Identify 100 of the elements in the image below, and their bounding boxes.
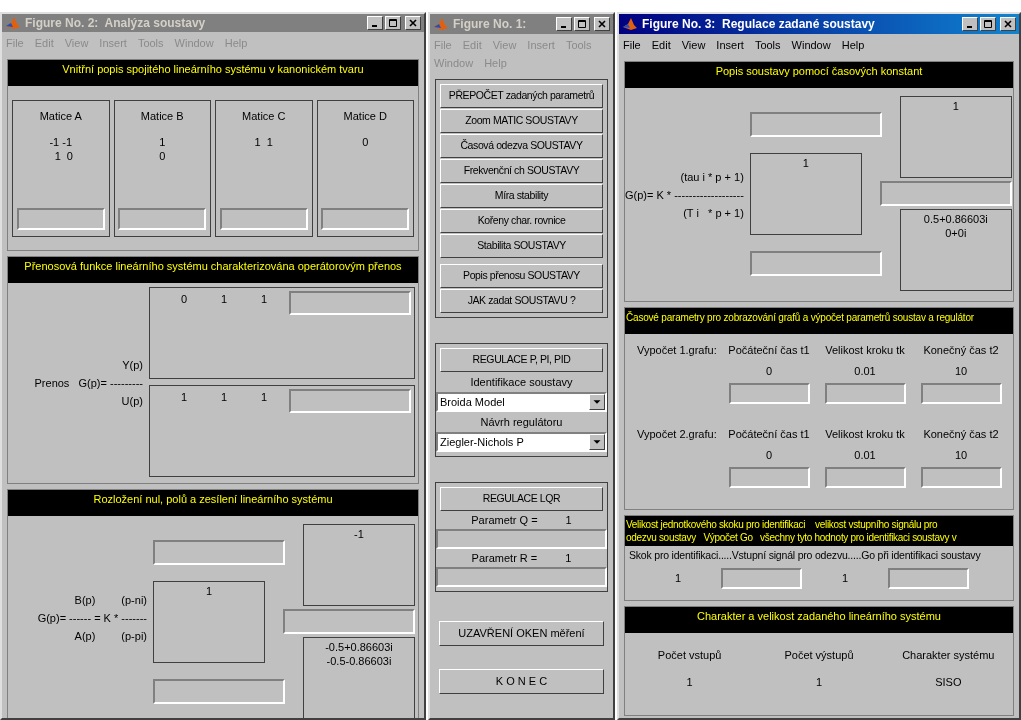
value-text: 0	[159, 148, 166, 163]
input-field[interactable]	[824, 467, 906, 488]
action-button[interactable]: Míra stability	[440, 184, 603, 208]
minimize-button[interactable]	[556, 17, 572, 31]
value-text: 0	[764, 447, 774, 463]
maximize-button[interactable]	[385, 16, 401, 30]
value-text: SISO	[934, 674, 963, 690]
value-text: 1	[951, 99, 960, 113]
input-field[interactable]	[920, 467, 1002, 488]
action-button[interactable]: REGULACE LQR	[440, 487, 603, 511]
dropdown[interactable]: Broida Model	[436, 392, 607, 412]
parameter-value: 1	[565, 513, 572, 528]
parameter-label: Parametr Q =	[471, 513, 538, 528]
formula-text: A(p)	[74, 629, 96, 644]
input-field[interactable]	[153, 679, 285, 704]
input-field[interactable]	[436, 567, 607, 587]
action-button[interactable]: Frekvenční ch SOUSTAVY	[440, 159, 603, 183]
action-button[interactable]: UZAVŘENÍ OKEN měření	[439, 621, 604, 646]
coefficient-text: 1	[219, 292, 229, 307]
input-field[interactable]	[436, 529, 607, 549]
value-text: -1 -1	[49, 134, 73, 149]
input-field[interactable]	[728, 467, 810, 488]
menu-item[interactable]: Help	[841, 36, 865, 54]
menu-item[interactable]: Tools	[754, 36, 781, 54]
section-header: Popis soustavy pomocí časových konstant	[625, 62, 1013, 88]
input-field[interactable]	[16, 208, 105, 230]
menu-item[interactable]: Window	[791, 36, 831, 54]
value-text: 1 1	[254, 134, 273, 149]
matrix-label: Matice A	[39, 109, 82, 124]
label-text: Identifikace soustavy	[469, 375, 574, 390]
matrix-label: Matice C	[242, 109, 286, 124]
action-button[interactable]: K O N E C	[439, 669, 604, 694]
window-title: Figure No. 3: Regulace zadané soustavy	[642, 16, 876, 33]
window-title: Figure No. 1:	[453, 16, 528, 33]
input-field[interactable]	[920, 383, 1002, 404]
input-field[interactable]	[283, 609, 415, 634]
action-button[interactable]: JAK zadat SOUSTAVU ?	[440, 289, 603, 313]
input-field[interactable]	[219, 208, 308, 230]
formula-text: Prenos G(p)= ---------	[34, 376, 143, 391]
value-text: 0.01	[853, 447, 877, 463]
action-button[interactable]: Stabilita SOUSTAVY	[440, 234, 603, 258]
caption-text: Skok pro identifikaci.....Vstupní signál pro odezvu.....Go při identifikaci soustavy	[629, 549, 981, 561]
caret-icon	[589, 394, 605, 410]
formula-text: G(p)= ------ = K * -------	[37, 611, 147, 626]
close-button[interactable]	[405, 16, 421, 30]
maximize-button[interactable]	[574, 17, 590, 31]
input-field[interactable]	[118, 208, 207, 230]
action-button[interactable]: REGULACE P, PI, PID	[440, 348, 603, 372]
value-text: 1	[685, 674, 694, 690]
input-field[interactable]	[749, 251, 882, 276]
input-field[interactable]	[289, 291, 411, 315]
menu-item[interactable]: Edit	[651, 36, 671, 54]
minimize-button[interactable]	[962, 17, 978, 31]
input-field[interactable]	[720, 567, 802, 589]
dropdown[interactable]: Ziegler-Nichols P	[436, 432, 607, 452]
input-field[interactable]	[749, 112, 882, 137]
value-text: -1	[353, 527, 365, 541]
input-field[interactable]	[824, 383, 906, 404]
section-header: Velikost jednotkového skoku pro identifikaci velikost vstupního signálu pro odezvu soustavy Výpočet Go všechny tyto hodnoty pro identifikaci soustavy v	[625, 516, 1013, 546]
coefficient-text: 1	[259, 390, 269, 405]
action-button[interactable]: PŘEPOČET zadaných parametrů	[440, 84, 603, 108]
formula-text: U(p)	[121, 394, 143, 409]
input-field[interactable]	[289, 389, 411, 413]
column-header: Velikost kroku tk	[824, 427, 906, 442]
formula-text: B(p)	[74, 593, 96, 608]
input-field[interactable]	[321, 208, 410, 230]
column-header: Počáteční čas t1	[727, 343, 811, 358]
value-text: 1	[675, 571, 681, 586]
maximize-button[interactable]	[980, 17, 996, 31]
maximize-icon	[578, 20, 586, 28]
menu-item[interactable]: View	[681, 36, 706, 54]
action-button[interactable]: Zoom MATIC SOUSTAVY	[440, 109, 603, 133]
matrix-label: Matice B	[140, 109, 184, 124]
close-button[interactable]	[1000, 17, 1016, 31]
minimize-button[interactable]	[367, 16, 383, 30]
action-button[interactable]: Kořeny char. rovnice	[440, 209, 603, 233]
value-text: -0.5+0.86603i	[324, 640, 394, 654]
logo-icon	[433, 16, 449, 32]
value-text: 1	[841, 571, 848, 586]
input-field[interactable]	[887, 567, 969, 589]
action-button[interactable]: Popis přenosu SOUSTAVY	[440, 264, 603, 288]
formula-text: (p-ni)	[121, 593, 147, 608]
coefficient-text: 0	[179, 292, 189, 307]
logo-icon	[5, 15, 21, 31]
input-field[interactable]	[153, 540, 285, 565]
menu-item[interactable]: File	[623, 36, 641, 54]
close-button[interactable]	[594, 17, 610, 31]
input-field[interactable]	[879, 181, 1012, 206]
value-text: 1	[814, 674, 824, 690]
formula-text: (T i * p + 1)	[683, 205, 744, 221]
menu-item[interactable]: Insert	[716, 36, 744, 54]
matrix-label: Matice D	[343, 109, 387, 124]
close-icon	[1004, 20, 1012, 28]
action-button[interactable]: Časová odezva SOUSTAVY	[440, 134, 603, 158]
value-text: 10	[953, 363, 969, 379]
coefficient-text: 1	[179, 390, 189, 405]
column-header: Konečný čas t2	[922, 427, 1000, 442]
coefficient-text: 1	[259, 292, 269, 307]
formula-text: (tau i * p + 1)	[680, 169, 744, 185]
input-field[interactable]	[728, 383, 810, 404]
